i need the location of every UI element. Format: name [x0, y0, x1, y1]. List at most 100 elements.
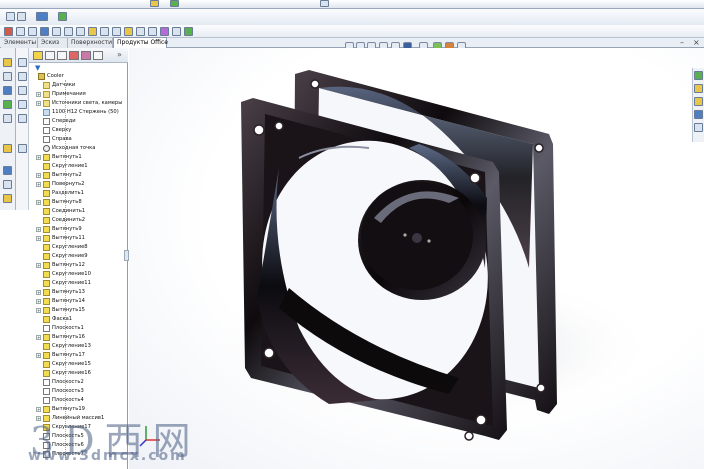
file-icon[interactable] [150, 0, 159, 7]
expand-toggle-icon[interactable]: + [36, 335, 41, 340]
arc-icon[interactable] [3, 100, 12, 109]
tab-surfaces[interactable]: Поверхности [68, 38, 113, 48]
appearance-icon[interactable] [58, 12, 67, 21]
filter-icon[interactable]: ▼ [35, 64, 40, 72]
rebuild-icon[interactable] [170, 0, 179, 7]
feature-tree-tab-icon[interactable] [33, 51, 43, 60]
tree-item[interactable]: + Источники света, камеры [29, 99, 128, 108]
tree-item[interactable]: + Вытянуть11 [29, 234, 128, 243]
file-explorer-icon[interactable] [694, 97, 703, 106]
tree-item[interactable]: Скругление10 [29, 270, 128, 279]
sketch-icon[interactable] [3, 58, 12, 67]
tree-item[interactable]: Cooler [29, 72, 128, 81]
slot-icon[interactable] [18, 114, 27, 123]
shell-icon[interactable] [148, 27, 157, 36]
expand-toggle-icon[interactable]: + [36, 92, 41, 97]
rectangle-icon[interactable] [3, 114, 12, 123]
loft-icon[interactable] [100, 27, 109, 36]
undo-icon[interactable] [52, 27, 61, 36]
tab-sketch[interactable]: Эскиз [38, 38, 68, 48]
pattern-icon[interactable] [160, 27, 169, 36]
expand-toggle-icon[interactable]: + [36, 308, 41, 313]
trim-icon[interactable] [3, 166, 12, 175]
tree-item[interactable]: + Вытянуть8 [29, 198, 128, 207]
tree-item[interactable]: + Вытянуть16 [29, 333, 128, 342]
tree-item[interactable]: + Вытянуть1 [29, 153, 128, 162]
tree-item[interactable]: + Повернуть2 [29, 180, 128, 189]
options-icon[interactable] [320, 0, 329, 7]
design-library-icon[interactable] [694, 84, 703, 93]
tree-item[interactable]: Скругление13 [29, 342, 128, 351]
minimize-button[interactable]: – [680, 39, 684, 47]
configuration-manager-tab-icon[interactable] [57, 51, 67, 60]
save-icon[interactable] [28, 27, 37, 36]
dim-expert-tab-icon[interactable] [69, 51, 79, 60]
expand-toggle-icon[interactable]: + [36, 299, 41, 304]
chamfer-icon[interactable] [124, 27, 133, 36]
tree-item[interactable]: + Вытянуть9 [29, 225, 128, 234]
close-button[interactable]: × [693, 39, 700, 47]
panel-expand-icon[interactable]: » [117, 50, 122, 59]
expand-toggle-icon[interactable]: + [36, 173, 41, 178]
view-palette-icon[interactable] [694, 110, 703, 119]
revolve-icon[interactable] [76, 27, 85, 36]
tree-item[interactable]: + Вытянуть17 [29, 351, 128, 360]
expand-toggle-icon[interactable]: + [36, 227, 41, 232]
expand-toggle-icon[interactable]: + [36, 353, 41, 358]
mirror-entities-icon[interactable] [18, 144, 27, 153]
expand-toggle-icon[interactable]: + [36, 200, 41, 205]
tree-item[interactable]: Соединить2 [29, 216, 128, 225]
expand-toggle-icon[interactable]: + [36, 101, 41, 106]
tree-item[interactable]: + Вытянуть13 [29, 288, 128, 297]
tree-item[interactable]: Справа [29, 135, 128, 144]
extrude-icon[interactable] [64, 27, 73, 36]
reference-geometry-icon[interactable] [184, 27, 193, 36]
tree-item[interactable]: Фаска1 [29, 315, 128, 324]
resources-icon[interactable] [694, 71, 703, 80]
tree-item[interactable]: Соединить1 [29, 207, 128, 216]
line-icon[interactable] [3, 72, 12, 81]
tree-item[interactable]: Скругление15 [29, 360, 128, 369]
select-icon[interactable] [6, 12, 15, 21]
appearances-icon[interactable] [694, 123, 703, 132]
tree-item[interactable]: 1100 Н12 Стержень (50) [29, 108, 128, 117]
tree-item[interactable]: + Вытянуть12 [29, 261, 128, 270]
tree-item[interactable]: Плоскость3 [29, 387, 128, 396]
display-manager-tab-icon[interactable] [81, 51, 91, 60]
graphics-viewport[interactable] [129, 48, 704, 469]
property-manager-tab-icon[interactable] [45, 51, 55, 60]
expand-toggle-icon[interactable]: + [36, 290, 41, 295]
tree-item[interactable]: Плоскость1 [29, 324, 128, 333]
expand-toggle-icon[interactable]: + [36, 236, 41, 241]
circle-icon[interactable] [3, 86, 12, 95]
expand-toggle-icon[interactable]: + [36, 263, 41, 268]
tree-item[interactable]: Скругление11 [29, 279, 128, 288]
fillet-icon[interactable] [112, 27, 121, 36]
tree-item[interactable]: Плоскость4 [29, 396, 128, 405]
tab-features[interactable]: Элементы [1, 38, 38, 48]
tree-item[interactable]: Скругление1 [29, 162, 128, 171]
tree-item[interactable]: Спереди [29, 117, 128, 126]
print-icon[interactable] [40, 27, 49, 36]
tree-item[interactable]: + Вытянуть14 [29, 297, 128, 306]
expand-toggle-icon[interactable]: + [36, 182, 41, 187]
tree-item[interactable]: Разделить1 [29, 189, 128, 198]
tree-item[interactable]: + Примечания [29, 90, 128, 99]
spline-icon[interactable] [3, 144, 12, 153]
tree-item[interactable]: Исходная точка [29, 144, 128, 153]
tree-item[interactable]: + Вытянуть2 [29, 171, 128, 180]
tree-item[interactable]: Сверху [29, 126, 128, 135]
new-icon[interactable] [4, 27, 13, 36]
polygon-icon[interactable] [18, 86, 27, 95]
view-dropdown-icon[interactable] [36, 12, 48, 21]
tree-item[interactable]: Скругление9 [29, 252, 128, 261]
expand-toggle-icon[interactable]: + [36, 155, 41, 160]
ellipse-icon[interactable] [18, 100, 27, 109]
offset-icon[interactable] [3, 180, 12, 189]
tree-item[interactable]: Скругление16 [29, 369, 128, 378]
tree-item[interactable]: + Вытянуть15 [29, 306, 128, 315]
convert-icon[interactable] [3, 194, 12, 203]
rib-icon[interactable] [136, 27, 145, 36]
sweep-icon[interactable] [88, 27, 97, 36]
tree-item[interactable]: Датчики [29, 81, 128, 90]
